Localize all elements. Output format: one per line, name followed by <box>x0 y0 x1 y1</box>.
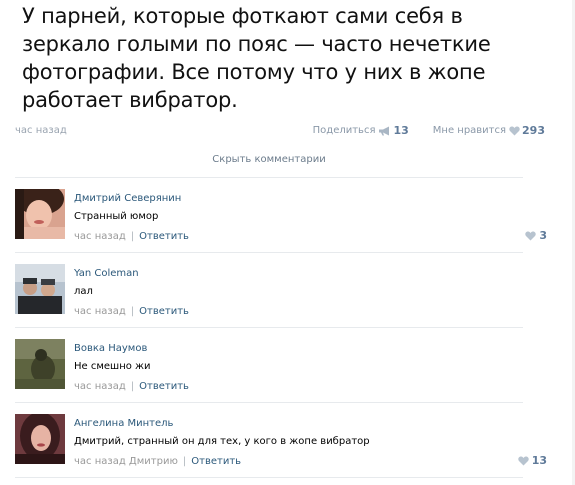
comment-author[interactable]: Вовка Наумов <box>74 343 147 354</box>
comment-meta: час назад | Ответить <box>74 231 189 242</box>
comment-text: Странный юмор <box>74 211 159 222</box>
post-actions: Поделиться 13 Мне нравится 293 <box>313 124 545 137</box>
comment-meta: час назад | Ответить <box>74 381 189 392</box>
like-count: 293 <box>522 124 545 137</box>
avatar[interactable] <box>15 189 65 239</box>
reply-link[interactable]: Ответить <box>139 381 189 392</box>
heart-icon[interactable] <box>509 126 520 136</box>
avatar[interactable] <box>15 264 65 314</box>
comment-time[interactable]: час назад Дмитрию <box>74 456 178 467</box>
share-label[interactable]: Поделиться <box>313 125 376 136</box>
post-time[interactable]: час назад <box>15 125 67 136</box>
reply-link[interactable]: Ответить <box>139 306 189 317</box>
comment: Вовка Наумов Не смешно жи час назад | От… <box>15 339 535 401</box>
like-label[interactable]: Мне нравится <box>433 125 506 136</box>
divider <box>15 327 523 328</box>
comment-text: лал <box>74 286 93 297</box>
comment: Ангелина Минтель Дмитрий, странный он дл… <box>15 414 547 476</box>
comment-text: Не смешно жи <box>74 361 151 372</box>
post-text: У парней, которые фоткают сами себя в зе… <box>22 4 491 112</box>
post-meta: час назад Поделиться 13 Мне нравится 293 <box>15 124 545 140</box>
avatar[interactable] <box>15 414 65 464</box>
divider <box>15 402 523 403</box>
comment-like-count: 3 <box>539 229 547 242</box>
comment-time[interactable]: час назад <box>74 231 126 242</box>
comment-like-count: 13 <box>531 454 547 467</box>
comment-time[interactable]: час назад <box>74 381 126 392</box>
comment: Yan Coleman лал час назад | Ответить <box>15 264 535 326</box>
reply-link[interactable]: Ответить <box>191 456 241 467</box>
share-count: 13 <box>393 124 409 137</box>
hide-comments-link[interactable]: Скрыть комментарии <box>15 154 523 165</box>
comment-author[interactable]: Дмитрий Северянин <box>74 193 181 204</box>
heart-icon <box>525 231 537 240</box>
comment-time[interactable]: час назад <box>74 306 126 317</box>
heart-icon <box>517 456 529 465</box>
comment-like[interactable]: 13 <box>517 454 547 467</box>
comment-text: Дмитрий, странный он для тех, у кого в ж… <box>74 436 370 447</box>
divider <box>15 252 523 253</box>
avatar[interactable] <box>15 339 65 389</box>
comment: Дмитрий Северянин Странный юмор час наза… <box>15 189 547 251</box>
divider <box>15 477 523 478</box>
comment-meta: час назад | Ответить <box>74 306 189 317</box>
reply-link[interactable]: Ответить <box>139 231 189 242</box>
comment-author[interactable]: Ангелина Минтель <box>74 418 173 429</box>
megaphone-icon[interactable] <box>378 126 391 136</box>
comment-like[interactable]: 3 <box>525 229 547 242</box>
comment-meta: час назад Дмитрию | Ответить <box>74 456 242 467</box>
divider <box>15 177 523 178</box>
comment-author[interactable]: Yan Coleman <box>74 268 139 279</box>
